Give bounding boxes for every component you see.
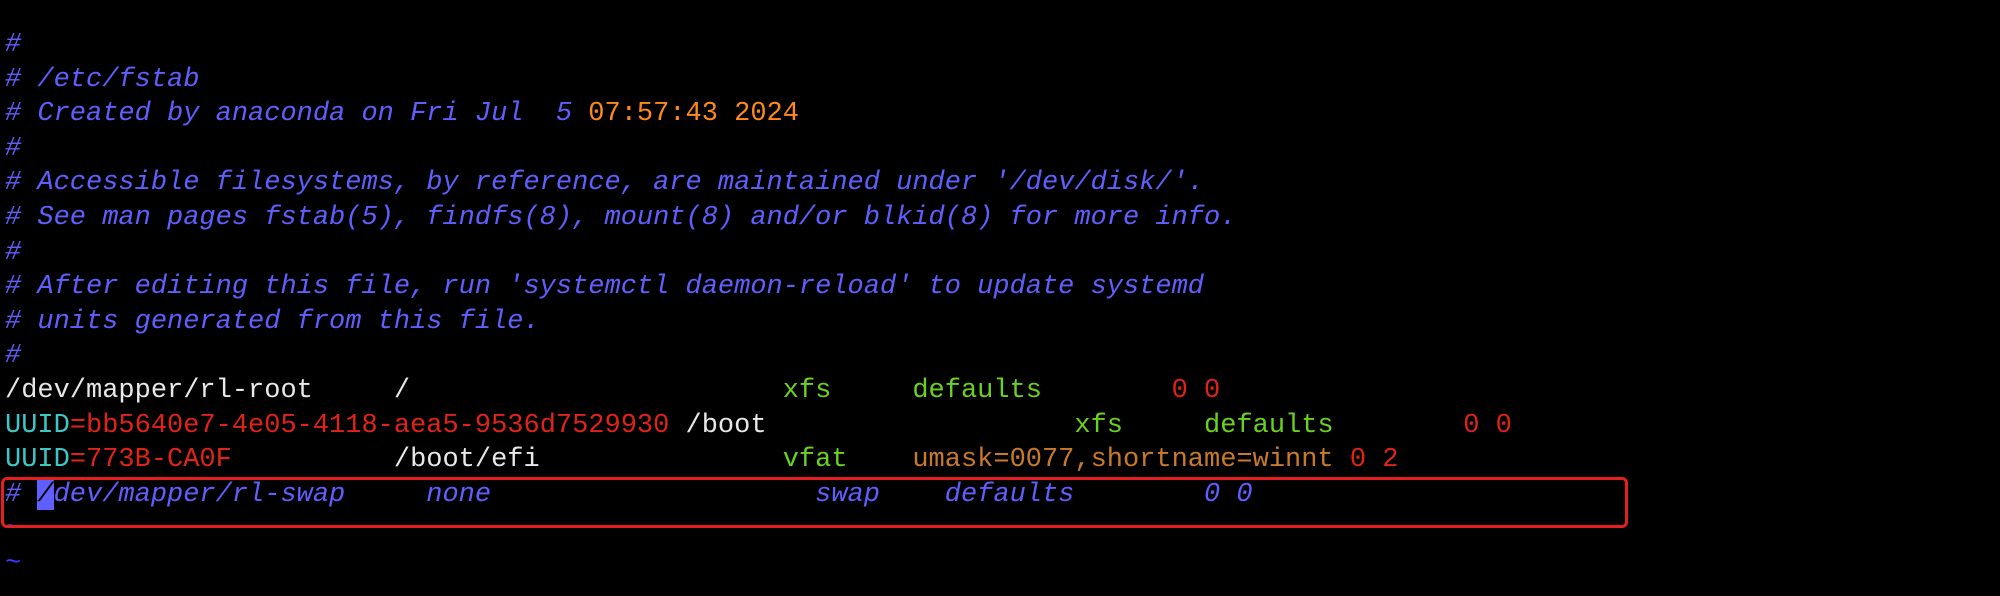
- line-text-segment: # /etc/fstab: [5, 64, 200, 95]
- editor-line[interactable]: # Created by anaconda on Fri Jul 5 07:57…: [5, 97, 799, 132]
- line-text-segment: UUID: [5, 445, 70, 476]
- highlight-annotation-box: [1, 477, 1628, 528]
- line-text-segment: [1334, 445, 1350, 475]
- line-text-segment: #: [5, 133, 22, 164]
- editor-line[interactable]: #: [5, 236, 21, 271]
- editor-line[interactable]: # /etc/fstab: [5, 63, 199, 98]
- line-text-segment: defaults: [1204, 410, 1334, 441]
- line-text-segment: =773B-CA0F: [69, 445, 232, 476]
- editor-line[interactable]: /dev/mapper/rl-root / xfs defaults 0 0: [5, 374, 1220, 409]
- line-text-segment: # Created by anaconda on Fri Jul 5: [5, 99, 589, 130]
- editor-line[interactable]: # After editing this file, run 'systemct…: [5, 270, 1204, 305]
- line-text-segment: UUID: [5, 410, 70, 441]
- line-text-segment: [831, 376, 912, 406]
- line-text-segment: [1042, 376, 1172, 406]
- line-text-segment: # After editing this file, run 'systemct…: [5, 272, 1204, 303]
- line-text-segment: 0 0: [1171, 376, 1221, 406]
- empty-buffer-line[interactable]: ~: [5, 547, 21, 582]
- line-text-segment: [1334, 411, 1464, 441]
- line-text-segment: #: [5, 30, 22, 60]
- line-text-segment: # Accessible filesystems, by reference, …: [5, 168, 1204, 199]
- line-text-segment: ~: [5, 549, 22, 579]
- line-text-segment: umask=0077,shortname=winnt: [912, 445, 1334, 476]
- line-text-segment: [848, 445, 913, 475]
- line-text-segment: 07:57:43 2024: [588, 99, 799, 130]
- editor-line[interactable]: # See man pages fstab(5), findfs(8), mou…: [5, 201, 1236, 236]
- editor-line[interactable]: UUID=773B-CA0F /boot/efi vfat umask=0077…: [5, 443, 1398, 478]
- line-text-segment: /boot/efi: [231, 445, 783, 476]
- line-text-segment: defaults: [912, 376, 1042, 406]
- line-text-segment: # units generated from this file.: [5, 306, 540, 337]
- editor-line[interactable]: # Accessible filesystems, by reference, …: [5, 166, 1204, 201]
- line-text-segment: [1123, 411, 1204, 441]
- line-text-segment: vfat: [782, 445, 848, 476]
- terminal-editor[interactable]: # # /etc/fstab # Created by anaconda on Fr…: [0, 0, 2000, 596]
- line-text-segment: =bb5640e7-4e05-4118-aea5-9536d7529930: [69, 410, 670, 441]
- editor-line[interactable]: #: [5, 339, 21, 374]
- line-text-segment: xfs: [782, 376, 832, 406]
- line-text-segment: 0 2: [1349, 445, 1399, 476]
- line-text-segment: 0 0: [1463, 410, 1512, 441]
- line-text-segment: #: [5, 237, 22, 268]
- line-text-segment: # See man pages fstab(5), findfs(8), mou…: [5, 203, 1237, 233]
- editor-line[interactable]: UUID=bb5640e7-4e05-4118-aea5-9536d752993…: [5, 409, 1512, 444]
- editor-line[interactable]: # units generated from this file.: [5, 305, 540, 340]
- line-text-segment: #: [5, 341, 22, 372]
- line-text-segment: /dev/mapper/rl-root /: [5, 376, 783, 406]
- editor-line[interactable]: #: [5, 132, 21, 167]
- editor-line[interactable]: #: [5, 28, 21, 63]
- line-text-segment: /boot: [669, 410, 1075, 441]
- line-text-segment: xfs: [1074, 410, 1123, 441]
